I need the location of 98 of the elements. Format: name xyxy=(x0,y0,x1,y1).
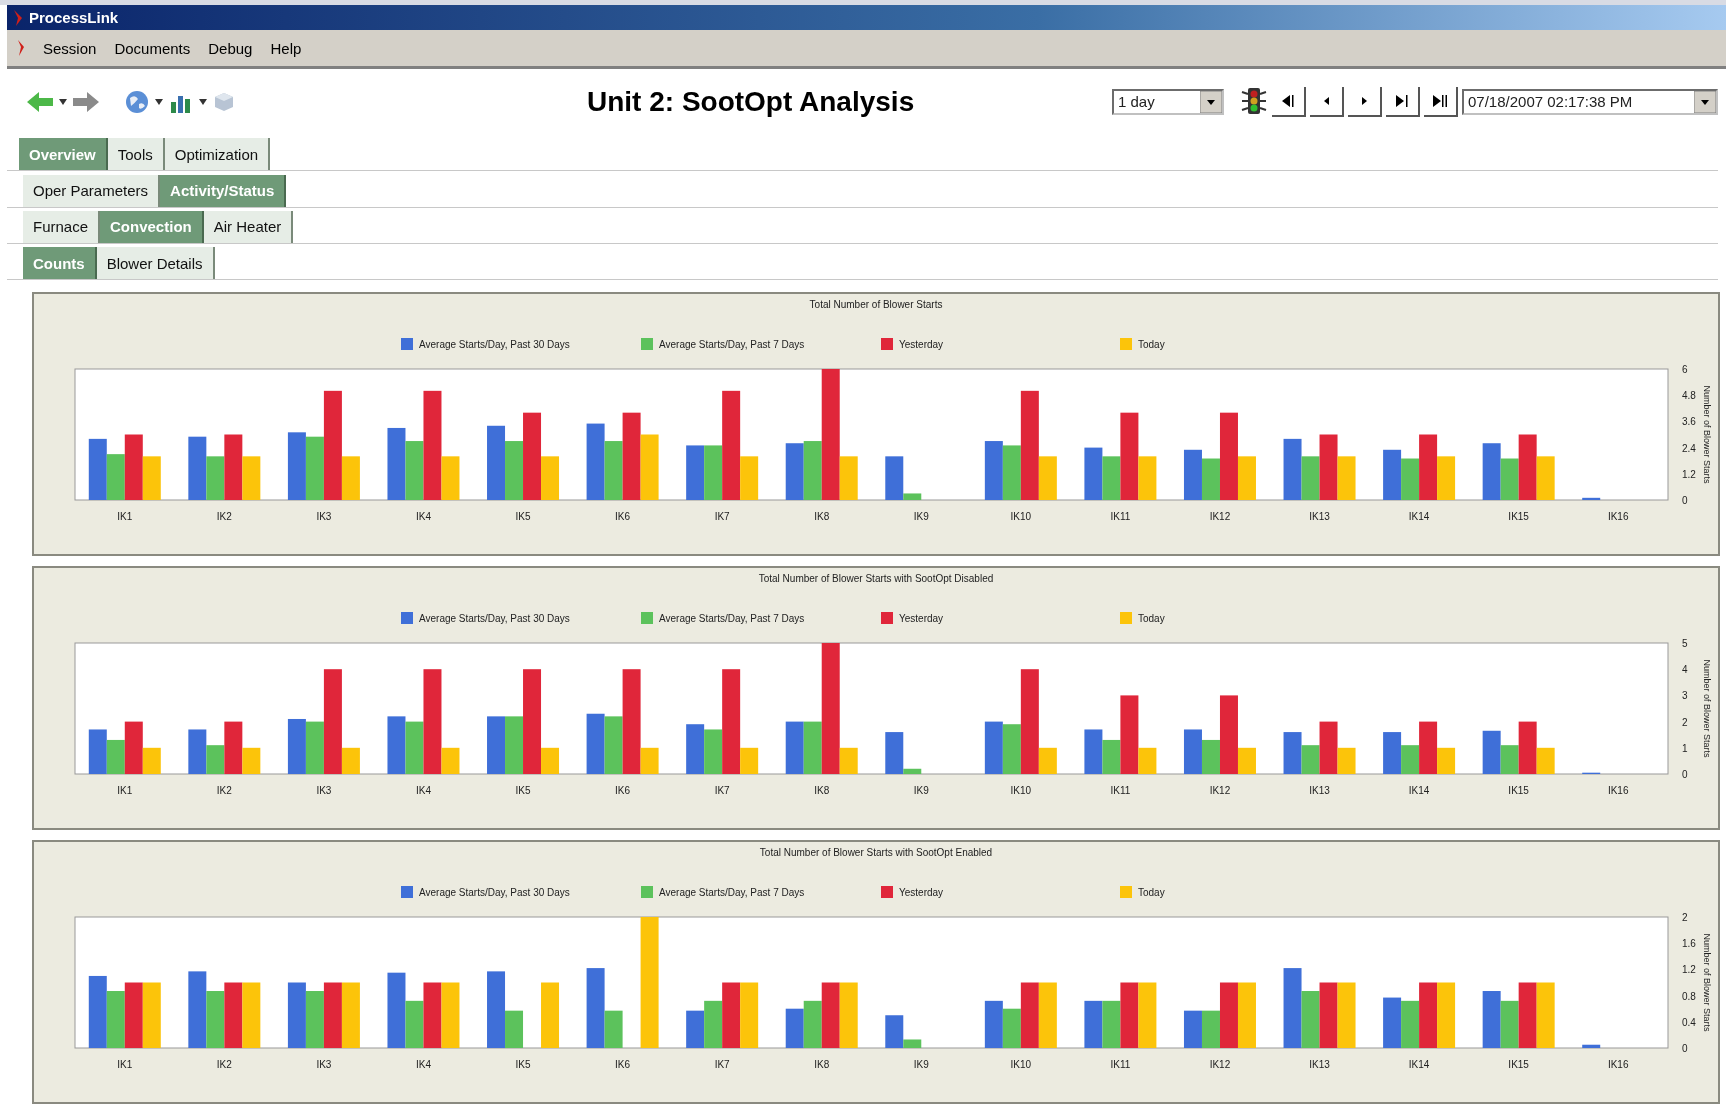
tick-label: 3.6 xyxy=(1682,416,1696,428)
category-label: IK9 xyxy=(913,1059,929,1071)
category-label: IK13 xyxy=(1309,1059,1330,1071)
menu-item[interactable]: Debug xyxy=(208,39,253,57)
category-label: IK16 xyxy=(1607,785,1629,797)
tick-label: 1.2 xyxy=(1682,964,1696,976)
category-label: IK14 xyxy=(1408,785,1430,797)
legend-label: Average Starts/Day, Past 30 Days xyxy=(419,339,570,351)
category-label: IK8 xyxy=(814,1059,830,1071)
category-label: IK16 xyxy=(1607,1059,1629,1071)
category-label: IK11 xyxy=(1110,1059,1131,1071)
category-label: IK12 xyxy=(1209,785,1231,797)
category-label: IK1 xyxy=(117,511,133,523)
tick-label: 0 xyxy=(1682,1043,1688,1055)
legend-label: Yesterday xyxy=(899,339,944,351)
date-time-field[interactable]: 07/18/2007 02:17:38 PM xyxy=(1462,88,1718,115)
tick-label: 2 xyxy=(1682,912,1688,924)
category-label: IK13 xyxy=(1309,785,1330,797)
menu-item[interactable]: Session xyxy=(43,39,97,57)
tick-label: 0 xyxy=(1682,495,1688,507)
category-label: IK6 xyxy=(615,511,631,523)
chart-title: Total Number of Blower Starts with SootOpt Disabled xyxy=(758,573,994,585)
category-label: IK7 xyxy=(714,785,730,797)
category-label: IK14 xyxy=(1408,511,1430,523)
tab[interactable]: Furnace xyxy=(23,210,101,243)
legend-label: Average Starts/Day, Past 7 Days xyxy=(659,613,805,625)
tick-label: 0.8 xyxy=(1682,990,1696,1002)
axis-title: Number of Blower Starts xyxy=(1702,385,1712,484)
tick-label: 0.4 xyxy=(1682,1016,1696,1028)
category-label: IK15 xyxy=(1508,511,1529,523)
category-label: IK1 xyxy=(117,785,133,797)
chart-title: Total Number of Blower Starts xyxy=(809,299,943,311)
category-label: IK10 xyxy=(1010,785,1032,797)
category-label: IK4 xyxy=(415,511,431,523)
category-label: IK14 xyxy=(1408,1059,1430,1071)
tick-label: 0 xyxy=(1682,769,1688,781)
tick-label: 6 xyxy=(1682,364,1688,376)
category-label: IK6 xyxy=(615,1059,631,1071)
legend-label: Average Starts/Day, Past 30 Days xyxy=(419,887,570,899)
category-label: IK6 xyxy=(615,785,631,797)
window-title: ProcessLink xyxy=(29,9,119,27)
tab[interactable]: Optimization xyxy=(164,138,271,171)
tab[interactable]: Tools xyxy=(107,138,165,171)
category-label: IK13 xyxy=(1309,511,1330,523)
category-label: IK2 xyxy=(216,785,232,797)
category-label: IK1 xyxy=(117,1059,133,1071)
page-title: Unit 2: SootOpt Analysis xyxy=(586,85,916,118)
legend-label: Average Starts/Day, Past 30 Days xyxy=(419,613,570,625)
axis-title: Number of Blower Starts xyxy=(1702,933,1712,1032)
legend-label: Average Starts/Day, Past 7 Days xyxy=(659,887,805,899)
chart-title: Total Number of Blower Starts with SootOpt Enabled xyxy=(759,847,993,859)
category-label: IK5 xyxy=(515,511,531,523)
tick-label: 1 xyxy=(1682,742,1688,754)
category-label: IK4 xyxy=(415,1059,431,1071)
category-label: IK2 xyxy=(216,511,232,523)
tick-label: 2 xyxy=(1682,716,1688,728)
category-label: IK4 xyxy=(415,785,431,797)
category-label: IK11 xyxy=(1110,785,1131,797)
category-label: IK2 xyxy=(216,1059,232,1071)
tick-label: 5 xyxy=(1682,638,1688,650)
menu-item[interactable]: Help xyxy=(270,39,302,57)
category-label: IK11 xyxy=(1110,511,1131,523)
range-dropdown[interactable]: 1 day xyxy=(1112,88,1224,115)
legend-label: Today xyxy=(1138,887,1165,899)
legend-label: Yesterday xyxy=(899,887,944,899)
axis-title: Number of Blower Starts xyxy=(1702,659,1712,758)
tab[interactable]: Oper Parameters xyxy=(23,174,161,207)
tab[interactable]: Air Heater xyxy=(203,210,294,243)
tick-label: 4.8 xyxy=(1682,390,1696,402)
category-label: IK10 xyxy=(1010,1059,1032,1071)
tick-label: 1.2 xyxy=(1682,468,1696,480)
tab[interactable]: Blower Details xyxy=(96,247,215,280)
legend-label: Average Starts/Day, Past 7 Days xyxy=(659,339,805,351)
tick-label: 1.6 xyxy=(1682,938,1696,950)
menu-item[interactable]: Documents xyxy=(114,39,191,57)
category-label: IK8 xyxy=(814,511,830,523)
legend-label: Today xyxy=(1138,613,1165,625)
category-label: IK3 xyxy=(316,511,332,523)
category-label: IK16 xyxy=(1607,511,1629,523)
category-label: IK5 xyxy=(515,785,531,797)
tick-label: 4 xyxy=(1682,664,1688,676)
tick-label: 3 xyxy=(1682,690,1688,702)
category-label: IK9 xyxy=(913,511,929,523)
category-label: IK7 xyxy=(714,1059,730,1071)
category-label: IK9 xyxy=(913,785,929,797)
legend-label: Today xyxy=(1138,339,1165,351)
category-label: IK12 xyxy=(1209,511,1231,523)
category-label: IK3 xyxy=(316,785,332,797)
category-label: IK7 xyxy=(714,511,730,523)
category-label: IK10 xyxy=(1010,511,1032,523)
category-label: IK15 xyxy=(1508,785,1529,797)
category-label: IK3 xyxy=(316,1059,332,1071)
category-label: IK8 xyxy=(814,785,830,797)
category-label: IK15 xyxy=(1508,1059,1529,1071)
legend-label: Yesterday xyxy=(899,613,944,625)
category-label: IK5 xyxy=(515,1059,531,1071)
category-label: IK12 xyxy=(1209,1059,1231,1071)
tick-label: 2.4 xyxy=(1682,442,1696,454)
